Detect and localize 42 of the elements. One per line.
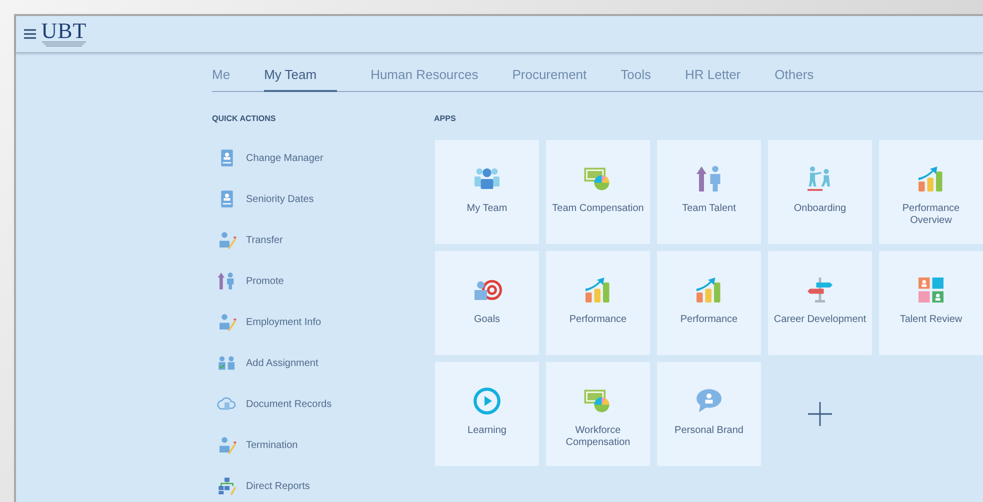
org-chart-icon (217, 476, 237, 496)
person-pencil-icon (217, 230, 237, 250)
app-tile[interactable]: Personal Brand (657, 362, 761, 466)
quick-action-link[interactable]: Add Assignment (212, 353, 434, 373)
person-pencil-icon (217, 312, 237, 332)
section-title: QUICK ACTIONS (212, 114, 277, 124)
quick-action-link[interactable]: Change Manager (212, 148, 434, 168)
person-pencil-icon (217, 435, 237, 455)
nav-tab[interactable]: Tools (620, 65, 651, 92)
app-tile[interactable]: Performance Overview (879, 140, 983, 244)
play-icon (472, 386, 502, 416)
app-tile[interactable]: Onboarding (768, 140, 872, 244)
app-tile[interactable]: Team Talent (657, 140, 761, 244)
app-tile[interactable]: Career Development (768, 251, 872, 355)
signpost-icon (805, 275, 835, 305)
plus-icon (808, 402, 832, 426)
app-tile[interactable]: Team Compensation (546, 140, 650, 244)
nav-tab[interactable]: Me (212, 65, 230, 92)
app-tile[interactable]: Goals (435, 251, 539, 355)
section-title: APPS (434, 114, 457, 124)
quick-action-link[interactable]: Seniority Dates (212, 189, 434, 209)
quick-action-link[interactable]: Employment Info (212, 312, 434, 332)
nav-tab[interactable]: Procurement (512, 65, 587, 92)
menu-icon (24, 29, 36, 39)
logo-text: UBT (41, 21, 87, 41)
app-tile[interactable]: Workforce Compensation (546, 362, 650, 466)
app-tile[interactable]: Talent Review (879, 251, 983, 355)
nav-tab[interactable]: Human Resources (370, 65, 478, 92)
app-tile[interactable]: Performance (546, 251, 650, 355)
quick-action-link[interactable]: Promote (212, 271, 434, 291)
app-tile[interactable]: Learning (435, 362, 539, 466)
nav-tab[interactable]: Others (774, 65, 814, 92)
nav-tab[interactable]: HR Letter (685, 65, 741, 92)
quick-action-link[interactable]: Document Records (212, 394, 434, 414)
quick-action-link[interactable]: Transfer (212, 230, 434, 250)
app-tile[interactable]: My Team (435, 140, 539, 244)
quick-action-link[interactable]: Direct Reports (212, 476, 434, 496)
logo-tagline-drawing (40, 41, 88, 47)
people-grid-icon (916, 275, 946, 305)
quick-action-link[interactable]: Termination (212, 435, 434, 455)
nav-tab[interactable]: My Team (264, 65, 337, 92)
app-tile[interactable]: Performance (657, 251, 761, 355)
